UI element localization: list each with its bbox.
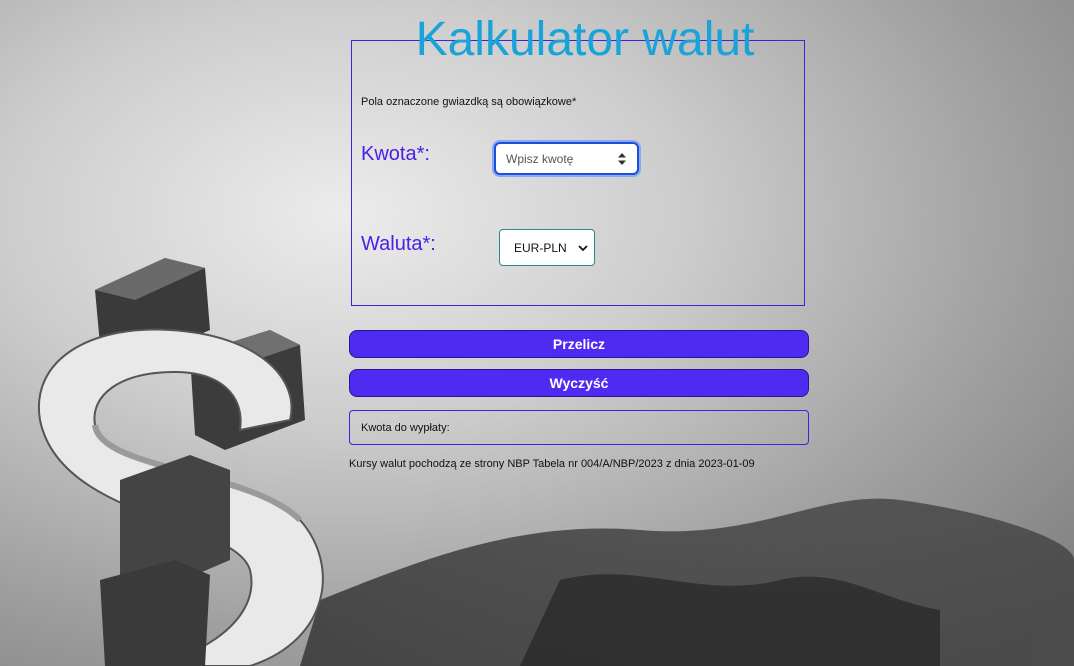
spinner-arrows-icon[interactable] — [617, 152, 627, 166]
calculate-button[interactable]: Przelicz — [349, 330, 809, 358]
currency-select[interactable]: EUR-PLN — [499, 229, 595, 266]
result-box: Kwota do wypłaty: — [349, 410, 809, 445]
chevron-down-icon — [578, 245, 588, 252]
result-label: Kwota do wypłaty: — [361, 421, 450, 434]
required-fields-note: Pola oznaczone gwiazdką są obowiązkowe* — [361, 96, 577, 108]
amount-input[interactable]: Wpisz kwotę — [494, 142, 639, 175]
amount-placeholder: Wpisz kwotę — [506, 151, 574, 166]
currency-label: Waluta*: — [361, 233, 436, 255]
currency-selected-value: EUR-PLN — [514, 240, 567, 255]
amount-label: Kwota*: — [361, 143, 430, 165]
clear-button[interactable]: Wyczyść — [349, 369, 809, 397]
page-title: Kalkulator walut — [415, 13, 755, 66]
source-note: Kursy walut pochodzą ze strony NBP Tabel… — [349, 458, 755, 470]
